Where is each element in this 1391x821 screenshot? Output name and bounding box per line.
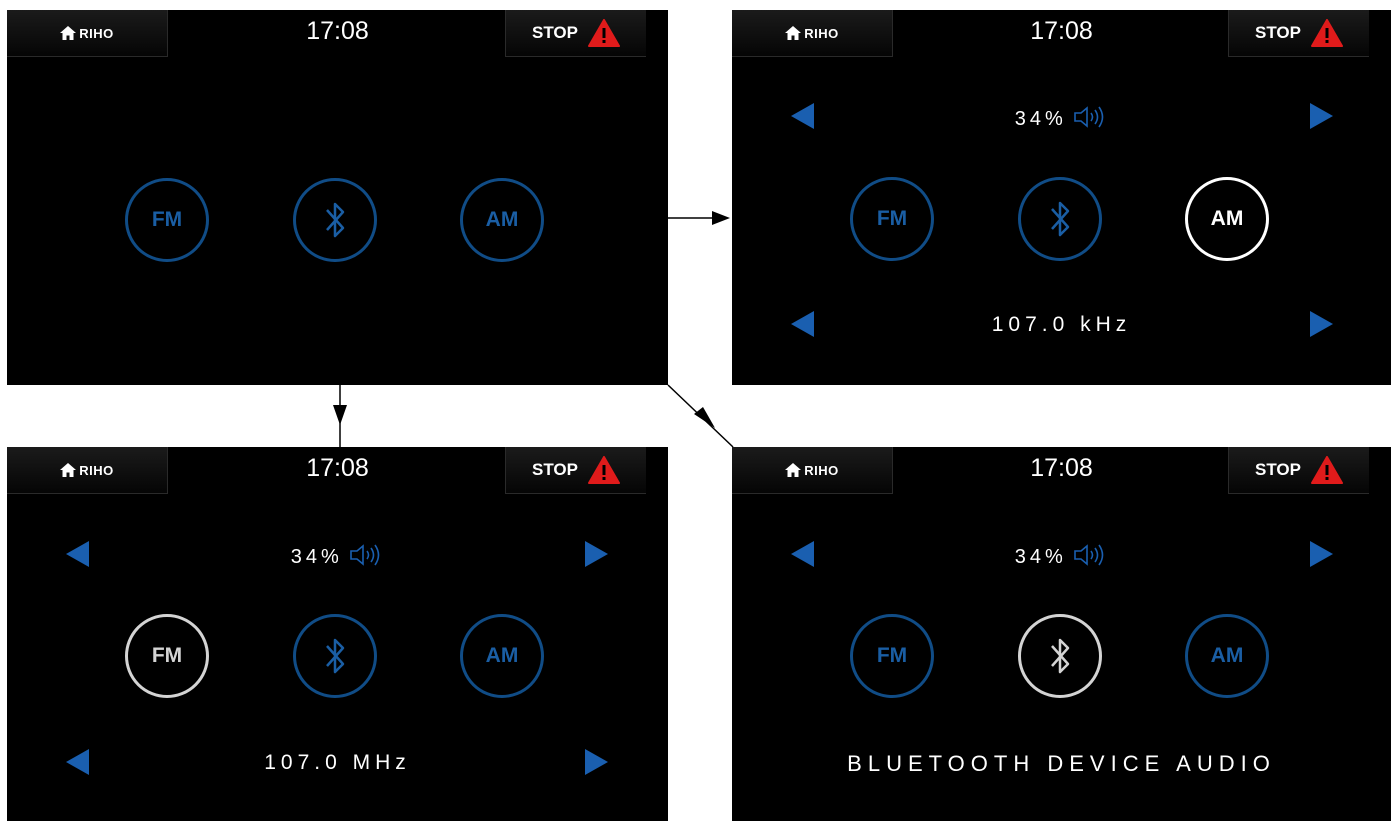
- top-bar: RIHO 17:08 STOP: [7, 10, 668, 57]
- fm-label: FM: [151, 208, 183, 231]
- fm-source-button[interactable]: FM: [850, 177, 934, 261]
- volume-display: 34%: [732, 543, 1391, 569]
- volume-up-arrow[interactable]: [1310, 541, 1333, 567]
- frequency-display: 107.0 MHz: [264, 751, 411, 774]
- screen-bluetooth: RIHO 17:08 STOP 34% FM AM BLUETOOTH DEVI…: [732, 447, 1391, 821]
- bluetooth-source-button[interactable]: [293, 614, 377, 698]
- warning-triangle-icon: [587, 456, 620, 484]
- am-label: AM: [485, 644, 519, 667]
- stop-label: STOP: [1255, 23, 1301, 42]
- top-bar: RIHO 17:08 STOP: [732, 447, 1391, 494]
- stop-button[interactable]: STOP: [1228, 447, 1369, 494]
- bluetooth-source-button[interactable]: [293, 178, 377, 262]
- volume-up-arrow[interactable]: [585, 541, 608, 567]
- bluetooth-icon: [326, 638, 345, 674]
- bluetooth-icon: [1051, 201, 1070, 237]
- am-label: AM: [1210, 207, 1244, 230]
- warning-triangle-icon: [1310, 456, 1343, 484]
- frequency-display: 107.0 kHz: [991, 313, 1132, 336]
- top-bar: RIHO 17:08 STOP: [7, 447, 668, 494]
- stop-button[interactable]: STOP: [505, 10, 646, 57]
- fm-source-button[interactable]: FM: [850, 614, 934, 698]
- volume-value: 34%: [290, 546, 343, 568]
- fm-label: FM: [876, 644, 908, 667]
- stop-label: STOP: [532, 460, 578, 479]
- volume-value: 34%: [1014, 108, 1067, 130]
- am-label: AM: [485, 208, 519, 231]
- volume-up-arrow[interactable]: [1310, 103, 1333, 129]
- bluetooth-status-label: BLUETOOTH DEVICE AUDIO: [847, 751, 1276, 776]
- volume-display: 34%: [732, 105, 1391, 131]
- am-source-button-active[interactable]: AM: [1185, 177, 1269, 261]
- stop-label: STOP: [532, 23, 578, 42]
- fm-label: FM: [876, 207, 908, 230]
- stop-button[interactable]: STOP: [505, 447, 646, 494]
- bluetooth-source-button-active[interactable]: [1018, 614, 1102, 698]
- bluetooth-icon: [326, 202, 345, 238]
- stop-button[interactable]: STOP: [1228, 10, 1369, 57]
- am-label: AM: [1210, 644, 1244, 667]
- am-source-button[interactable]: AM: [1185, 614, 1269, 698]
- bluetooth-source-button[interactable]: [1018, 177, 1102, 261]
- fm-source-button-active[interactable]: FM: [125, 614, 209, 698]
- warning-triangle-icon: [587, 19, 620, 47]
- am-source-button[interactable]: AM: [460, 178, 544, 262]
- am-source-button[interactable]: AM: [460, 614, 544, 698]
- stop-label: STOP: [1255, 460, 1301, 479]
- top-bar: RIHO 17:08 STOP: [732, 10, 1391, 57]
- volume-display: 34%: [7, 543, 668, 569]
- volume-value: 34%: [1014, 546, 1067, 568]
- screen-fm: RIHO 17:08 STOP 34% FM AM 107.0 MHz: [7, 447, 668, 821]
- speaker-icon: [1074, 106, 1104, 128]
- screen-source-select: RIHO 17:08 STOP FM AM: [7, 10, 668, 385]
- screen-am: RIHO 17:08 STOP 34% FM AM 107.0 kHz: [732, 10, 1391, 385]
- fm-source-button[interactable]: FM: [125, 178, 209, 262]
- tune-up-arrow[interactable]: [1310, 311, 1333, 337]
- speaker-icon: [1074, 544, 1104, 566]
- speaker-icon: [350, 544, 380, 566]
- fm-label: FM: [151, 644, 183, 667]
- warning-triangle-icon: [1310, 19, 1343, 47]
- bluetooth-icon: [1051, 638, 1070, 674]
- tune-up-arrow[interactable]: [585, 749, 608, 775]
